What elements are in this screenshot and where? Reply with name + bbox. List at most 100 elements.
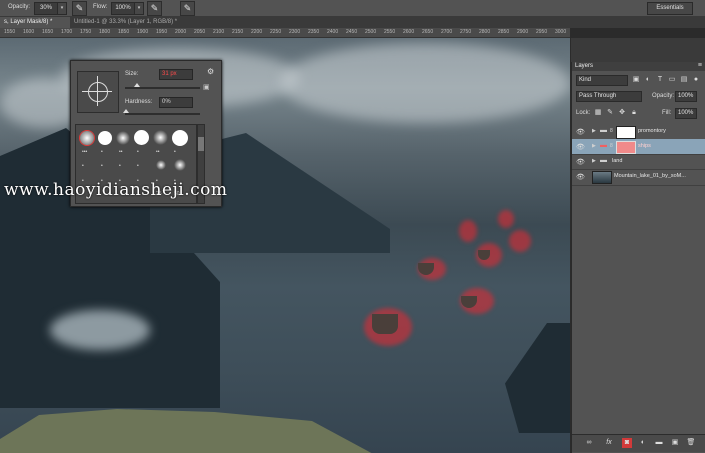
brush-preset-soft-round[interactable]: [156, 160, 166, 170]
hardness-slider[interactable]: [125, 113, 200, 115]
visibility-eye-icon[interactable]: 👁︎: [576, 143, 585, 151]
brush-preset-small[interactable]: •: [82, 163, 84, 169]
new-group-icon[interactable]: ▬: [654, 438, 664, 448]
folder-icon: ▬: [600, 127, 607, 134]
brush-preset-small[interactable]: •: [101, 163, 103, 169]
ruler-tick-label: 1650: [42, 29, 54, 35]
link-icon[interactable]: 8: [610, 128, 613, 134]
layers-panel: Layers ≡ Kind ▣ ◐ T ▭ ▤ ● Pass Through O…: [571, 62, 705, 453]
expand-arrow-icon[interactable]: ▶: [592, 158, 596, 164]
filter-smart-object-icon[interactable]: ▤: [680, 76, 688, 84]
new-layer-icon[interactable]: ▣: [670, 438, 680, 448]
new-preset-icon[interactable]: ▣: [203, 83, 210, 91]
visibility-eye-icon[interactable]: 👁︎: [576, 128, 585, 136]
opacity-field[interactable]: 30%: [34, 2, 58, 15]
brush-preset-small[interactable]: •••: [82, 149, 87, 155]
size-field[interactable]: 31 px: [159, 69, 193, 80]
brush-preset-small[interactable]: •: [119, 163, 121, 169]
ruler-tick-label: 1700: [61, 29, 73, 35]
filter-adjustment-icon[interactable]: ◐: [644, 76, 652, 84]
layers-panel-header: Layers ≡: [572, 62, 705, 71]
blend-mode-select[interactable]: Pass Through: [576, 91, 642, 102]
link-icon[interactable]: 8: [610, 143, 613, 149]
adjustment-layer-icon[interactable]: ◐: [638, 438, 648, 448]
trash-icon[interactable]: 🗑︎: [686, 438, 696, 448]
ruler-tick-label: 2750: [460, 29, 472, 35]
mask-stroke: [459, 220, 477, 242]
brush-preset-hard-round[interactable]: [172, 130, 188, 146]
tab-untitled-document[interactable]: Untitled-1 @ 33.3% (Layer 1, RGB/8) *: [70, 17, 218, 28]
layer-row-promontory[interactable]: 👁︎ ▶ ▬ 8 promontory: [572, 124, 705, 140]
ruler-tick-label: 2600: [403, 29, 415, 35]
hardness-slider-knob[interactable]: [123, 109, 129, 113]
expand-arrow-icon[interactable]: ▶: [592, 143, 596, 149]
horizontal-ruler: 1550 1600 1650 1700 1750 1800 1850 1900 1950 2000…: [0, 28, 570, 38]
brush-preset-hard-round[interactable]: [98, 131, 112, 145]
layer-style-icon[interactable]: fx: [604, 438, 614, 448]
flow-field[interactable]: 100%: [111, 2, 135, 15]
ruler-tick-label: 2450: [346, 29, 358, 35]
brush-preset-small[interactable]: •: [101, 149, 103, 155]
brush-preset-soft-round[interactable]: [153, 130, 168, 145]
brush-preset-small[interactable]: •: [174, 149, 176, 155]
brush-preset-hard-round[interactable]: [134, 130, 149, 145]
panel-menu-icon[interactable]: ≡: [698, 62, 702, 69]
hardness-field[interactable]: 0%: [159, 97, 193, 108]
layer-row-ships[interactable]: 👁︎ ▶ ▬ 8 ships: [572, 139, 705, 155]
lock-all-icon[interactable]: 🔒︎: [630, 109, 638, 117]
size-label: Size:: [125, 71, 139, 77]
brush-preset-small[interactable]: ••: [156, 149, 160, 155]
layer-mask-thumbnail[interactable]: [616, 126, 636, 139]
workspace-switcher[interactable]: Essentials: [647, 2, 693, 15]
link-layers-icon[interactable]: ∞: [584, 438, 594, 448]
size-slider[interactable]: [125, 87, 200, 89]
layer-thumbnail[interactable]: [592, 171, 612, 184]
airbrush-icon[interactable]: ✎: [147, 1, 162, 16]
ruler-tick-label: 2200: [251, 29, 263, 35]
flow-dropdown-arrow[interactable]: ▾: [134, 2, 144, 15]
ruler-tick-label: 2550: [384, 29, 396, 35]
brush-preset-soft-round[interactable]: [116, 131, 130, 145]
visibility-eye-icon[interactable]: 👁︎: [576, 173, 585, 181]
add-mask-icon[interactable]: ◙: [622, 438, 632, 448]
layer-opacity-label: Opacity:: [652, 93, 675, 99]
pressure-size-icon[interactable]: ✎: [180, 1, 195, 16]
visibility-eye-icon[interactable]: 👁︎: [576, 158, 585, 166]
filter-toggle-icon[interactable]: ●: [692, 76, 700, 84]
lock-transparency-icon[interactable]: ▦: [594, 109, 602, 117]
ruler-tick-label: 2650: [422, 29, 434, 35]
ruler-tick-label: 1750: [80, 29, 92, 35]
layer-opacity-field[interactable]: 100%: [675, 91, 697, 102]
filter-shape-icon[interactable]: ▭: [668, 76, 676, 84]
tab-active-document[interactable]: s, Layer Mask/8) *: [0, 17, 70, 28]
ruler-tick-label: 1600: [23, 29, 35, 35]
layer-row-land[interactable]: 👁︎ ▶ ▬ land: [572, 154, 705, 170]
expand-arrow-icon[interactable]: ▶: [592, 128, 596, 134]
size-slider-knob[interactable]: [134, 83, 140, 87]
lock-position-icon[interactable]: ✥: [618, 109, 626, 117]
brush-angle-circle[interactable]: [88, 82, 108, 102]
fill-field[interactable]: 100%: [675, 108, 697, 119]
layer-filter-kind[interactable]: Kind: [576, 75, 628, 86]
panel-dock-strip: [571, 38, 705, 62]
layers-panel-title[interactable]: Layers: [575, 63, 593, 69]
brush-preset-small[interactable]: •: [137, 163, 139, 169]
layer-row-mountain-lake[interactable]: 👁︎ Mountain_lake_01_by_soM...: [572, 169, 705, 186]
lock-image-icon[interactable]: ✎: [606, 109, 614, 117]
brush-preset-small[interactable]: •: [137, 149, 139, 155]
brush-preset-soft-round[interactable]: [174, 159, 186, 171]
ruler-tick-label: 2400: [327, 29, 339, 35]
opacity-dropdown-arrow[interactable]: ▾: [57, 2, 67, 15]
scrollbar-thumb[interactable]: [198, 137, 204, 151]
brush-preset-soft-round-selected[interactable]: [80, 131, 94, 145]
brush-preset-small[interactable]: ••: [119, 149, 123, 155]
layer-mask-thumbnail[interactable]: [616, 141, 636, 154]
flow-label: Flow:: [93, 4, 108, 10]
pressure-opacity-icon[interactable]: ✎: [72, 1, 87, 16]
filter-pixel-icon[interactable]: ▣: [632, 76, 640, 84]
filter-type-icon[interactable]: T: [656, 76, 664, 84]
ruler-tick-label: 2050: [194, 29, 206, 35]
ruler-tick-label: 1900: [137, 29, 149, 35]
gear-icon[interactable]: ⚙: [207, 67, 214, 76]
layers-panel-footer: ∞ fx ◙ ◐ ▬ ▣ 🗑︎: [572, 434, 705, 452]
